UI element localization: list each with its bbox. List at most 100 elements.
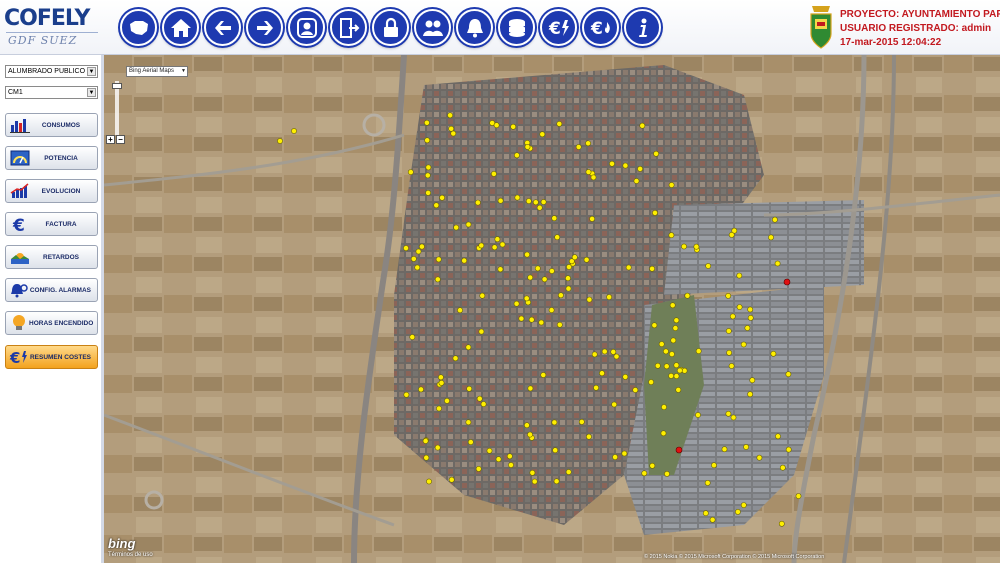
street-light-marker[interactable] xyxy=(613,353,620,360)
street-light-marker[interactable] xyxy=(726,349,732,356)
street-light-marker[interactable] xyxy=(467,439,474,445)
street-light-marker[interactable] xyxy=(465,221,472,228)
street-light-marker[interactable] xyxy=(725,292,732,299)
street-light-marker[interactable] xyxy=(736,272,743,279)
street-light-marker[interactable] xyxy=(423,454,430,461)
street-light-marker[interactable] xyxy=(649,265,655,272)
street-light-marker[interactable] xyxy=(479,292,486,299)
aerial-map[interactable]: Bing Aerial Maps ▼ + − bing Términos de … xyxy=(104,55,1000,563)
street-light-marker[interactable] xyxy=(606,294,612,300)
street-light-marker[interactable] xyxy=(491,244,498,251)
street-light-marker[interactable] xyxy=(633,178,640,184)
street-light-marker[interactable] xyxy=(711,462,717,469)
service-select[interactable]: ALUMBRADO PUBLICO ▼ xyxy=(5,65,98,78)
spain-map-button[interactable] xyxy=(120,9,157,46)
street-light-marker[interactable] xyxy=(684,292,691,299)
street-light-marker[interactable] xyxy=(663,363,670,370)
street-light-marker[interactable] xyxy=(422,438,429,444)
street-light-marker[interactable] xyxy=(523,422,530,429)
street-light-marker[interactable] xyxy=(648,379,654,385)
street-light-marker[interactable] xyxy=(641,470,648,477)
zoom-slider[interactable] xyxy=(115,81,119,135)
street-light-marker[interactable] xyxy=(540,199,547,205)
street-light-marker[interactable] xyxy=(478,328,485,335)
street-light-marker[interactable] xyxy=(575,144,582,150)
street-light-marker[interactable] xyxy=(461,257,468,264)
street-light-marker[interactable] xyxy=(740,341,747,348)
street-light-marker[interactable] xyxy=(681,243,687,250)
street-light-marker[interactable] xyxy=(578,418,585,425)
street-light-marker[interactable] xyxy=(457,307,463,314)
map-type-select[interactable]: Bing Aerial Maps ▼ xyxy=(126,66,188,77)
street-light-marker[interactable] xyxy=(599,370,605,377)
street-light-marker[interactable] xyxy=(476,395,483,402)
retardos-button[interactable]: RETARDOS xyxy=(5,245,98,269)
street-light-marker[interactable] xyxy=(721,446,728,453)
street-light-marker[interactable] xyxy=(695,348,702,354)
street-light-marker[interactable] xyxy=(494,236,501,243)
street-light-marker[interactable] xyxy=(466,385,473,392)
street-light-marker[interactable] xyxy=(593,384,599,391)
street-light-marker[interactable] xyxy=(474,199,481,206)
street-light-marker[interactable] xyxy=(418,386,424,393)
euro-electric-button[interactable]: € xyxy=(540,9,577,46)
street-light-marker[interactable] xyxy=(508,462,514,468)
zoom-slider-handle[interactable] xyxy=(112,83,122,89)
street-light-marker[interactable] xyxy=(747,314,754,321)
street-light-marker[interactable] xyxy=(668,372,674,379)
street-light-marker[interactable] xyxy=(785,371,792,378)
street-light-marker[interactable] xyxy=(639,122,646,129)
street-light-marker[interactable] xyxy=(669,351,675,357)
street-light-marker[interactable] xyxy=(423,119,430,126)
street-light-marker[interactable] xyxy=(513,300,520,307)
evolucion-button[interactable]: EVOLUCION xyxy=(5,179,98,203)
street-light-marker[interactable] xyxy=(736,304,743,310)
street-light-marker[interactable] xyxy=(551,215,558,222)
street-light-marker[interactable] xyxy=(676,367,683,374)
street-light-marker[interactable] xyxy=(277,138,283,144)
street-light-marker[interactable] xyxy=(589,215,595,222)
street-light-marker[interactable] xyxy=(673,373,680,379)
street-light-marker[interactable] xyxy=(556,121,563,127)
street-light-marker[interactable] xyxy=(660,430,667,437)
street-light-marker[interactable] xyxy=(499,241,506,248)
street-light-marker[interactable] xyxy=(586,296,593,303)
street-light-marker[interactable] xyxy=(433,202,440,209)
exit-button[interactable] xyxy=(330,9,367,46)
street-light-marker[interactable] xyxy=(795,493,802,499)
street-light-marker[interactable] xyxy=(437,374,444,381)
street-light-marker[interactable] xyxy=(704,479,711,486)
street-light-marker[interactable] xyxy=(415,248,422,255)
street-light-marker[interactable] xyxy=(622,373,629,380)
street-light-marker[interactable] xyxy=(702,510,709,517)
street-light-marker[interactable] xyxy=(532,199,539,206)
alarm-light-marker[interactable] xyxy=(783,278,791,286)
street-light-marker[interactable] xyxy=(663,348,669,355)
alarm-light-marker[interactable] xyxy=(675,446,683,454)
street-light-marker[interactable] xyxy=(434,444,441,451)
street-light-marker[interactable] xyxy=(585,169,592,175)
street-light-marker[interactable] xyxy=(407,169,414,175)
street-light-marker[interactable] xyxy=(747,391,753,398)
street-light-marker[interactable] xyxy=(705,263,712,269)
coins-button[interactable] xyxy=(498,9,535,46)
street-light-marker[interactable] xyxy=(434,276,441,283)
horas-encendido-button[interactable]: HORAS ENCENDIDO xyxy=(5,311,98,335)
street-light-marker[interactable] xyxy=(523,295,530,302)
street-light-marker[interactable] xyxy=(551,419,558,426)
street-light-marker[interactable] xyxy=(465,344,472,351)
potencia-button[interactable]: POTENCIA xyxy=(5,146,98,170)
street-light-marker[interactable] xyxy=(774,260,781,267)
control-center-select[interactable]: CM1 ▼ xyxy=(5,86,98,99)
street-light-marker[interactable] xyxy=(673,317,680,324)
street-light-marker[interactable] xyxy=(452,355,459,362)
street-light-marker[interactable] xyxy=(527,274,534,281)
street-light-marker[interactable] xyxy=(541,276,548,283)
street-light-marker[interactable] xyxy=(664,470,670,477)
street-light-marker[interactable] xyxy=(557,292,564,299)
street-light-marker[interactable] xyxy=(506,453,513,460)
street-light-marker[interactable] xyxy=(465,419,472,426)
map-canvas[interactable] xyxy=(104,55,1000,563)
street-light-marker[interactable] xyxy=(438,379,445,386)
street-light-marker[interactable] xyxy=(735,508,741,515)
